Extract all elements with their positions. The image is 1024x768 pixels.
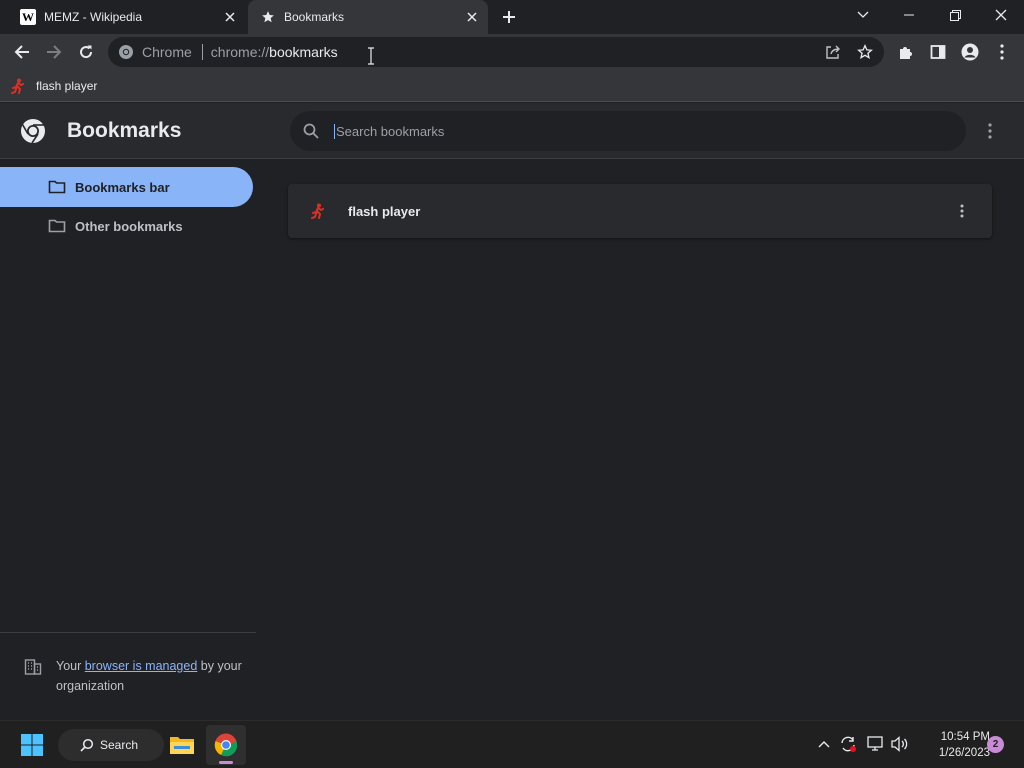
title-bar: W MEMZ - Wikipedia Bookmarks (0, 0, 1024, 34)
system-clock[interactable]: 10:54 PM 1/26/2023 (914, 729, 990, 761)
clock-time: 10:54 PM (940, 731, 990, 743)
share-icon[interactable] (824, 43, 842, 61)
chrome-logo-icon (118, 44, 134, 60)
search-bookmarks-box[interactable] (290, 111, 966, 151)
windows-start-icon[interactable] (12, 725, 52, 765)
page-title: Bookmarks (67, 119, 182, 142)
separator (201, 44, 203, 60)
search-icon (80, 738, 94, 752)
sidebar-item-label: Other bookmarks (75, 218, 183, 234)
star-icon (260, 9, 276, 25)
search-bookmarks-input[interactable] (334, 123, 934, 139)
managed-browser-notice: Your browser is managed by your organiza… (24, 656, 244, 696)
network-icon[interactable] (865, 733, 887, 755)
browser-toolbar: Chrome chrome://bookmarks (0, 34, 1024, 70)
extensions-puzzle-icon[interactable] (892, 38, 920, 66)
side-panel-icon[interactable] (924, 38, 952, 66)
organize-menu-icon[interactable] (980, 121, 1000, 141)
tab-title: MEMZ - Wikipedia (44, 10, 143, 24)
bookmark-title: flash player (348, 203, 421, 219)
tab-title: Bookmarks (284, 10, 345, 24)
bookmark-star-icon[interactable] (856, 43, 874, 61)
managed-prefix: Your (56, 659, 85, 673)
divider (0, 632, 256, 633)
back-icon[interactable] (8, 38, 36, 66)
sidebar-item-other-bookmarks[interactable]: Other bookmarks (0, 206, 253, 246)
address-bar[interactable]: Chrome chrome://bookmarks (108, 37, 884, 67)
chrome-logo-icon (21, 119, 45, 144)
chrome-menu-icon[interactable] (988, 38, 1016, 66)
site-chip[interactable]: Chrome (118, 44, 192, 60)
chrome-taskbar-icon[interactable] (206, 725, 246, 765)
folder-sidebar: Bookmarks bar Other bookmarks Your brows… (0, 160, 256, 716)
red-running-figure-icon (11, 78, 24, 94)
search-icon (303, 123, 319, 139)
bookmark-row[interactable]: flash player (288, 184, 992, 238)
bookmarks-bar: flash player (0, 70, 1024, 102)
url-host: bookmarks (269, 44, 338, 60)
taskbar-search-label: Search (100, 738, 139, 752)
bookmarks-list: flash player (256, 160, 1024, 716)
volume-icon[interactable] (889, 733, 911, 755)
clock-date: 1/26/2023 (938, 747, 990, 759)
show-hidden-icons-chevron-icon[interactable] (813, 733, 835, 755)
close-tab-icon[interactable] (462, 7, 482, 27)
wikipedia-icon: W (20, 9, 36, 25)
bookmark-label: flash player (36, 79, 98, 93)
close-window-icon[interactable] (978, 0, 1024, 30)
minimize-icon[interactable] (886, 0, 932, 30)
reload-icon[interactable] (72, 38, 100, 66)
browser-managed-link[interactable]: browser is managed (85, 659, 198, 673)
text-cursor-icon (368, 47, 374, 65)
tab-memz-wikipedia[interactable]: W MEMZ - Wikipedia (8, 0, 246, 34)
sidebar-item-label: Bookmarks bar (75, 179, 170, 195)
url-scheme: chrome:// (210, 44, 270, 60)
tab-bookmarks[interactable]: Bookmarks (248, 0, 488, 34)
bookmarks-bar-item[interactable]: flash player (10, 74, 97, 98)
folder-icon (48, 219, 66, 233)
site-chip-label: Chrome (142, 44, 192, 60)
more-actions-icon[interactable] (952, 201, 972, 221)
windows-taskbar: Search 10:54 PM 1/26/2023 2 (0, 720, 1024, 768)
sidebar-item-bookmarks-bar[interactable]: Bookmarks bar (0, 167, 253, 207)
new-tab-button[interactable] (498, 6, 520, 28)
file-explorer-icon[interactable] (162, 725, 202, 765)
profile-icon[interactable] (956, 38, 984, 66)
folder-icon (48, 180, 66, 194)
sync-alert-icon[interactable] (837, 733, 859, 755)
forward-icon[interactable] (40, 38, 68, 66)
bookmarks-page-header: Bookmarks (0, 103, 1024, 159)
tab-search-chevron-icon[interactable] (840, 0, 886, 30)
close-tab-icon[interactable] (220, 7, 240, 27)
notification-badge[interactable]: 2 (987, 736, 1004, 753)
taskbar-search-button[interactable]: Search (58, 729, 164, 761)
red-running-figure-icon (311, 203, 324, 219)
restore-icon[interactable] (932, 0, 978, 30)
building-icon (24, 659, 42, 675)
